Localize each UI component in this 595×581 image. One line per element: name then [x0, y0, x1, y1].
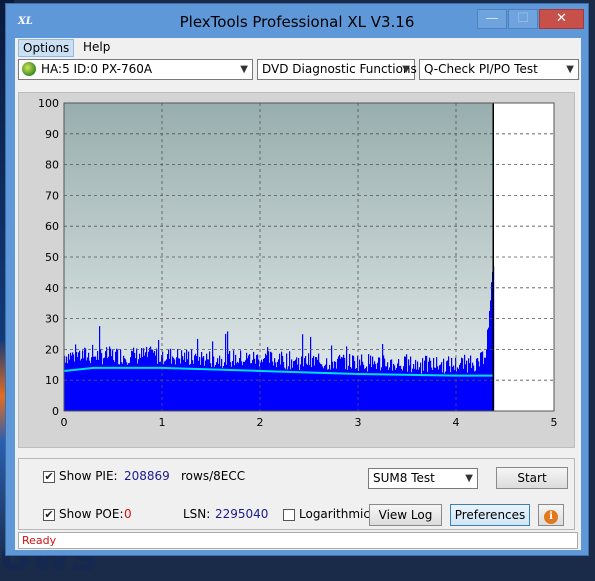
drive-select[interactable]: HA:5 ID:0 PX-760A ▼	[18, 59, 253, 80]
menu-bar: Options Help	[15, 38, 581, 57]
status-text: Ready	[22, 534, 57, 547]
app-window: XL PlexTools Professional XL V3.16 — ☐ ✕…	[5, 3, 589, 556]
chevron-down-icon[interactable]: ▼	[402, 60, 410, 79]
chevron-down-icon[interactable]: ▼	[240, 60, 248, 79]
close-button[interactable]: ✕	[539, 9, 584, 29]
lsn-value: 2295040	[215, 507, 269, 521]
y-tick-label: 30	[45, 313, 59, 326]
menu-help[interactable]: Help	[79, 39, 114, 55]
y-tick-label: 40	[45, 282, 59, 295]
rows-unit-label: rows/8ECC	[181, 469, 246, 483]
chart-panel: 0 10 20 30 40 50 60 70 80 90 100 0 1 2 3 4 5	[18, 92, 575, 448]
y-tick-label: 90	[45, 128, 59, 141]
disc-drive-icon	[22, 62, 36, 76]
y-tick-label: 80	[45, 159, 59, 172]
pie-value: 208869	[124, 469, 170, 483]
status-bar: Ready	[18, 532, 578, 549]
preferences-button[interactable]: Preferences	[450, 504, 530, 526]
lsn-label: LSN:	[183, 507, 211, 521]
x-tick-label: 2	[257, 416, 264, 429]
title-bar[interactable]: XL PlexTools Professional XL V3.16 — ☐ ✕	[6, 4, 588, 38]
x-tick-label: 1	[159, 416, 166, 429]
menu-options[interactable]: Options	[18, 39, 75, 57]
x-tick-label: 3	[355, 416, 362, 429]
x-tick-label: 5	[551, 416, 558, 429]
y-tick-label: 70	[45, 189, 59, 202]
logarithmic-label: Logarithmic	[299, 507, 370, 521]
drive-select-value: HA:5 ID:0 PX-760A	[41, 62, 153, 76]
info-icon: i	[544, 510, 558, 524]
sum-test-select-value: SUM8 Test	[373, 471, 435, 485]
show-poe-label: Show POE:	[59, 507, 124, 521]
y-tick-label: 10	[45, 374, 59, 387]
test-select-value: Q-Check PI/PO Test	[424, 62, 538, 76]
function-select-value: DVD Diagnostic Functions	[262, 62, 417, 76]
x-tick-label: 0	[61, 416, 68, 429]
pi-po-chart: 0 10 20 30 40 50 60 70 80 90 100 0 1 2 3 4 5	[38, 97, 558, 429]
maximize-button[interactable]: ☐	[508, 9, 538, 29]
view-log-button[interactable]: View Log	[369, 504, 442, 526]
show-pie-checkbox[interactable]: ✔	[43, 471, 55, 483]
test-select[interactable]: Q-Check PI/PO Test ▼	[419, 59, 579, 80]
function-select[interactable]: DVD Diagnostic Functions ▼	[257, 59, 417, 80]
y-tick-label: 50	[45, 251, 59, 264]
y-tick-label: 0	[52, 405, 59, 418]
show-poe-checkbox[interactable]: ✔	[43, 509, 55, 521]
chevron-down-icon[interactable]: ▼	[465, 469, 473, 488]
toolbar: HA:5 ID:0 PX-760A ▼ DVD Diagnostic Funct…	[15, 57, 581, 83]
client-area: Options Help HA:5 ID:0 PX-760A ▼ DVD Dia…	[15, 38, 581, 550]
chevron-down-icon[interactable]: ▼	[566, 60, 574, 79]
y-tick-label: 100	[38, 97, 59, 110]
x-tick-label: 4	[453, 416, 460, 429]
logarithmic-checkbox[interactable]	[283, 509, 295, 521]
poe-value: 0	[124, 507, 132, 521]
minimize-button[interactable]: —	[477, 9, 507, 29]
sum-test-select[interactable]: SUM8 Test ▼	[368, 468, 478, 489]
start-button[interactable]: Start	[496, 467, 568, 489]
show-pie-label: Show PIE:	[59, 469, 118, 483]
info-button[interactable]: i	[538, 504, 564, 526]
y-tick-label: 60	[45, 220, 59, 233]
controls-panel: ✔ Show PIE: 208869 rows/8ECC SUM8 Test ▼…	[18, 458, 575, 530]
y-tick-label: 20	[45, 343, 59, 356]
